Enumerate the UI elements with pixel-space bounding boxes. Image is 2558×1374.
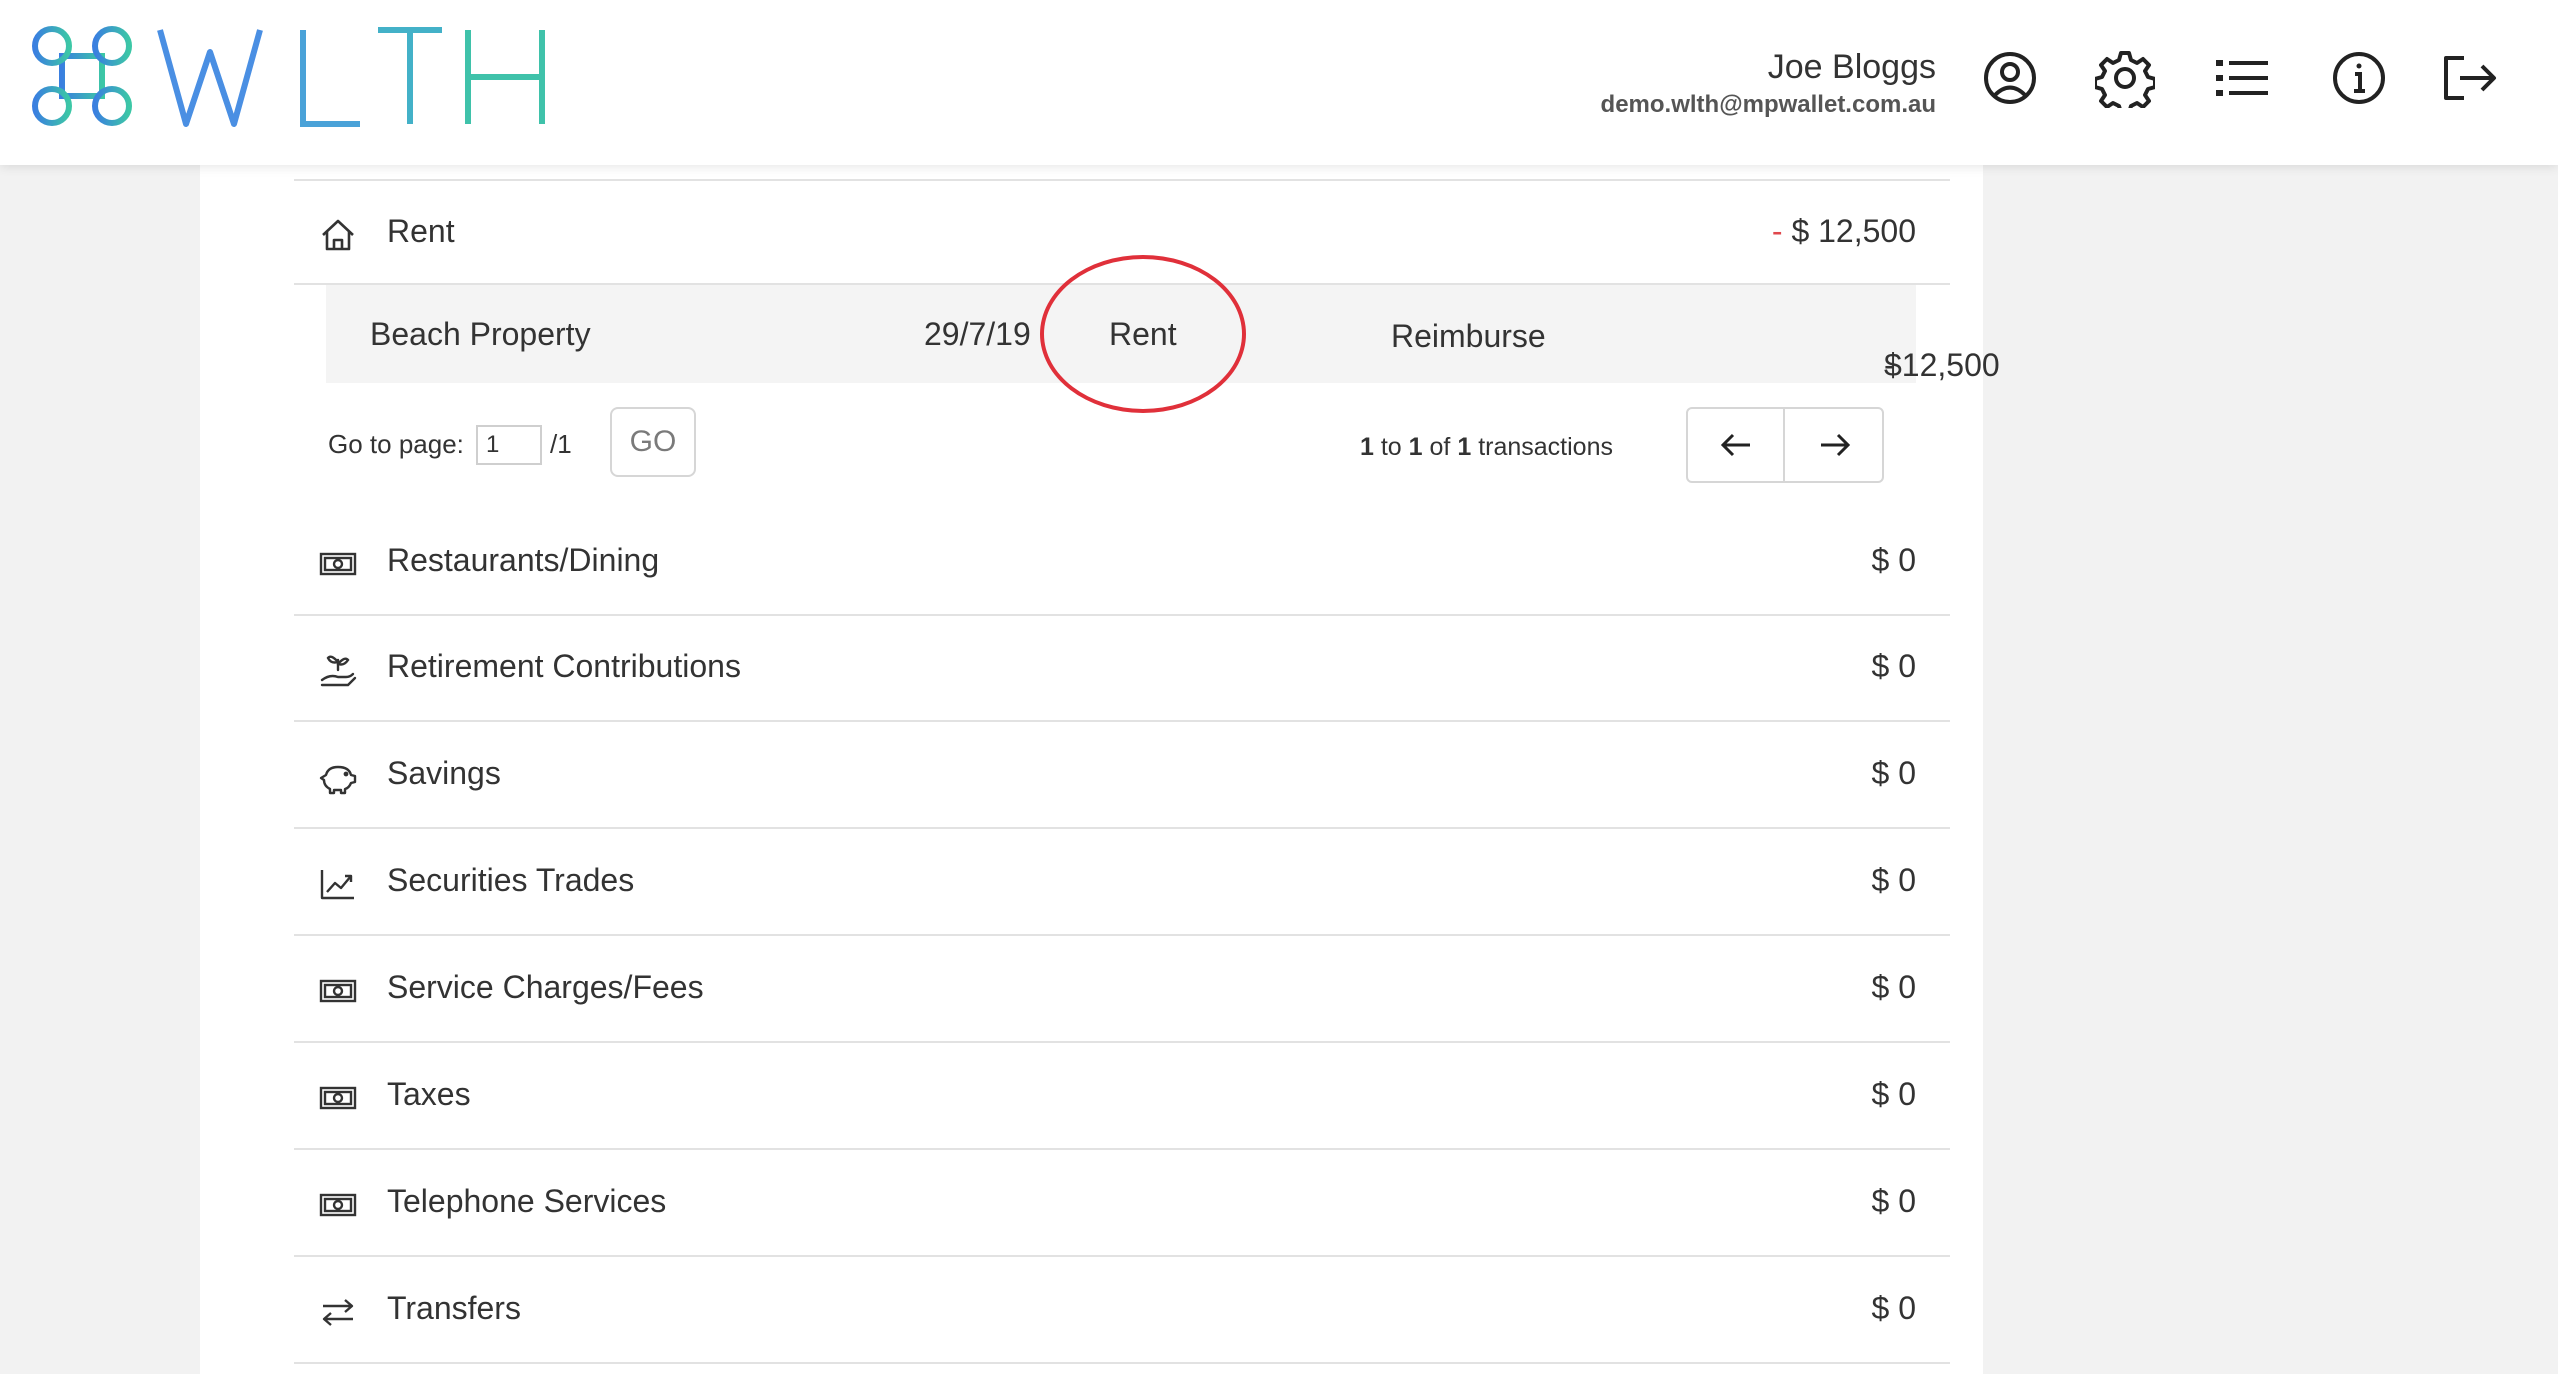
category-label: Telephone Services (387, 1183, 667, 1219)
logout-icon[interactable] (2440, 48, 2500, 108)
category-amount: $ 0 (1871, 969, 1916, 1005)
goto-page-label: Go to page: (328, 429, 464, 459)
category-row[interactable]: Taxes $ 0 (294, 1044, 1950, 1150)
minus-sign: - (1771, 213, 1783, 249)
wlth-logo[interactable] (28, 22, 558, 132)
category-amount: $ 0 (1871, 1290, 1916, 1326)
category-row[interactable]: Service Charges/Fees $ 0 (294, 937, 1950, 1043)
pagination-bar: Go to page: /1 GO 1 to 1 of 1 transactio… (200, 405, 1983, 495)
category-amount: $ 0 (1871, 1183, 1916, 1219)
info-icon[interactable] (2329, 48, 2389, 108)
piggy-bank-icon (318, 757, 358, 797)
category-row[interactable]: Restaurants/Dining $ 0 (294, 510, 1950, 616)
category-label: Securities Trades (387, 862, 635, 898)
amount-value: $ 12,500 (1791, 213, 1916, 249)
category-row[interactable]: Securities Trades $ 0 (294, 830, 1950, 936)
prev-page-button[interactable] (1688, 409, 1785, 481)
category-label: Savings (387, 755, 501, 791)
category-amount: $ 0 (1871, 1076, 1916, 1112)
list-icon[interactable] (2212, 48, 2272, 108)
user-circle-icon[interactable] (1980, 48, 2040, 108)
category-label: Transfers (387, 1290, 521, 1326)
gear-icon[interactable] (2095, 48, 2155, 108)
banknote-icon (318, 971, 358, 1011)
banknote-icon (318, 544, 358, 584)
user-info: Joe Bloggs demo.wlth@mpwallet.com.au (1601, 46, 1936, 120)
category-row[interactable]: Retirement Contributions $ 0 (294, 616, 1950, 722)
next-page-button[interactable] (1787, 409, 1884, 481)
trend-chart-icon (318, 864, 358, 904)
spending-categories-card: Rent - $ 12,500 Beach Property 29/7/19 R… (200, 165, 2000, 1374)
category-amount: $ 0 (1871, 542, 1916, 578)
go-button[interactable]: GO (610, 407, 696, 477)
category-row[interactable]: Telephone Services $ 0 (294, 1151, 1950, 1257)
transaction-count: 1 to 1 of 1 transactions (1360, 433, 1613, 461)
swap-arrows-icon (318, 1292, 358, 1332)
amount-value: $12,500 (1884, 347, 2000, 383)
category-label: Retirement Contributions (387, 648, 741, 684)
home-icon (318, 215, 358, 255)
hand-plant-icon (318, 650, 358, 690)
highlight-circle (1040, 255, 1246, 413)
page-total: /1 (550, 429, 572, 459)
user-name: Joe Bloggs (1767, 48, 1936, 86)
transaction-date: 29/7/19 (924, 316, 1031, 352)
user-email: demo.wlth@mpwallet.com.au (1600, 91, 1936, 118)
category-amount: $ 0 (1871, 862, 1916, 898)
transaction-description: Beach Property (370, 316, 591, 352)
arrow-left-icon (1720, 433, 1750, 457)
category-row[interactable]: Savings $ 0 (294, 723, 1950, 829)
banknote-icon (318, 1078, 358, 1118)
category-amount: $ 0 (1871, 755, 1916, 791)
category-label: Restaurants/Dining (387, 542, 660, 578)
category-label: Rent (387, 213, 455, 249)
reimburse-button[interactable]: Reimburse (1391, 318, 1546, 355)
banknote-icon (318, 1185, 358, 1225)
arrow-right-icon (1821, 433, 1851, 457)
category-amount: $ 0 (1871, 648, 1916, 684)
page-number-input[interactable] (476, 425, 542, 465)
category-row[interactable]: Transfers $ 0 (294, 1258, 1950, 1364)
top-header: Joe Bloggs demo.wlth@mpwallet.com.au (0, 0, 2558, 165)
category-amount: - $ 12,500 (1772, 213, 1916, 250)
page-nav-group (1686, 407, 1884, 483)
category-label: Service Charges/Fees (387, 969, 704, 1005)
category-label: Taxes (387, 1076, 471, 1112)
